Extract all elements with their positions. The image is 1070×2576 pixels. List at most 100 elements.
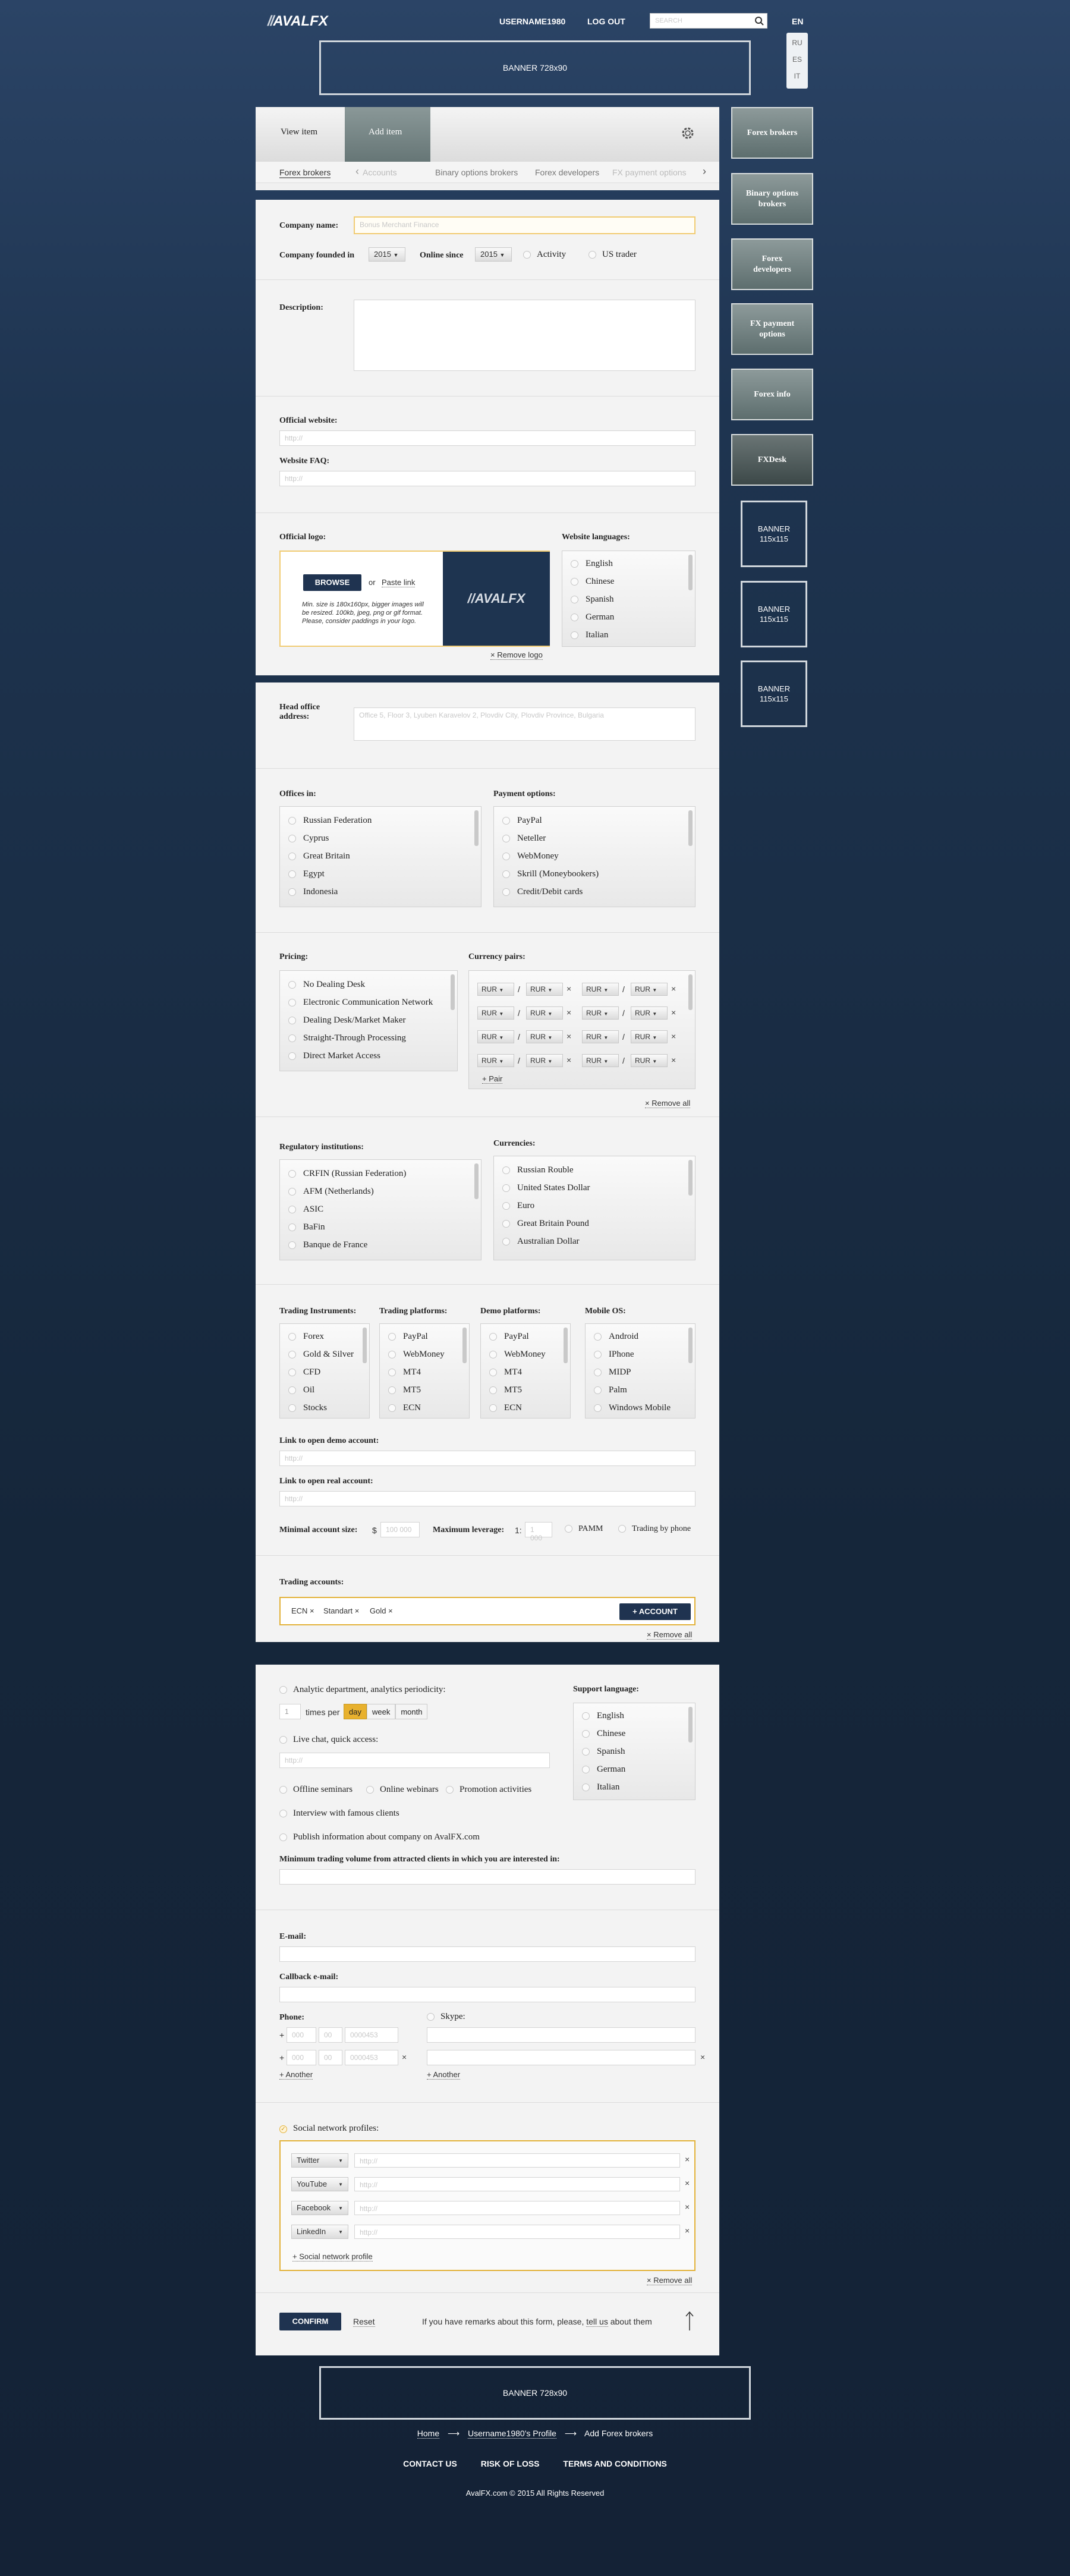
list-item[interactable]: Stocks: [280, 1399, 369, 1417]
list-item[interactable]: WebMoney: [380, 1345, 469, 1363]
list-item[interactable]: ECN: [380, 1399, 469, 1417]
social-url-input[interactable]: http://: [354, 2201, 680, 2215]
scrollbar[interactable]: [688, 1328, 693, 1363]
mobile-os-list[interactable]: Android IPhone MIDP Palm Windows Mobile: [585, 1323, 696, 1418]
chevron-right-icon[interactable]: ›: [703, 165, 706, 178]
phone-country-input[interactable]: 000: [287, 2050, 316, 2065]
pricing-list[interactable]: No Dealing Desk Electronic Communication…: [279, 970, 458, 1071]
period-day[interactable]: day: [344, 1704, 367, 1719]
sidebar-item-fx-payment[interactable]: FX payment options: [731, 303, 813, 355]
list-item[interactable]: MT5: [481, 1381, 570, 1399]
publish-checkbox[interactable]: Publish information about company on Ava…: [279, 1832, 480, 1842]
callback-email-input[interactable]: [279, 1987, 696, 2002]
list-item[interactable]: PayPal: [380, 1328, 469, 1345]
list-item[interactable]: English: [574, 1707, 695, 1725]
lang-option-ru[interactable]: RU: [786, 39, 808, 47]
list-item[interactable]: Spanish: [562, 590, 695, 608]
currency-select[interactable]: RUR ▼: [526, 1054, 563, 1067]
platforms-list[interactable]: PayPal WebMoney MT4 MT5 ECN: [379, 1323, 470, 1418]
remove-pair-icon[interactable]: ×: [567, 1031, 571, 1041]
period-month[interactable]: month: [395, 1704, 428, 1719]
regulatory-list[interactable]: CRFIN (Russian Federation) AFM (Netherla…: [279, 1159, 482, 1260]
lang-option-it[interactable]: IT: [786, 72, 808, 80]
offices-list[interactable]: Russian Federation Cyprus Great Britain …: [279, 806, 482, 907]
breadcrumb-profile[interactable]: Username1980's Profile: [467, 2429, 556, 2439]
sidebar-banner[interactable]: BANNER 115x115: [741, 501, 807, 567]
tell-us-link[interactable]: tell us: [586, 2317, 608, 2327]
analytic-count-input[interactable]: 1: [279, 1704, 301, 1719]
list-item[interactable]: CFD: [280, 1363, 369, 1381]
currency-select[interactable]: RUR ▼: [477, 983, 514, 996]
list-item[interactable]: WebMoney: [494, 847, 695, 865]
list-item[interactable]: Electronic Communication Network: [280, 993, 457, 1011]
scrollbar[interactable]: [451, 974, 455, 1010]
currencies-list[interactable]: Russian Rouble United States Dollar Euro…: [493, 1156, 696, 1260]
remove-social-icon[interactable]: ×: [685, 2226, 690, 2235]
list-item[interactable]: Dealing Desk/Market Maker: [280, 1011, 457, 1029]
social-network-select[interactable]: Facebook ▼: [291, 2201, 348, 2215]
support-language-list[interactable]: English Chinese Spanish German Italian: [573, 1703, 696, 1800]
list-item[interactable]: Forex: [280, 1328, 369, 1345]
list-item[interactable]: Windows Mobile: [586, 1399, 695, 1417]
sidebar-item-forex-info[interactable]: Forex info: [731, 369, 813, 420]
add-skype-link[interactable]: + Another: [427, 2070, 461, 2080]
scrollbar[interactable]: [474, 810, 479, 846]
sidebar-item-forex-developers[interactable]: Forex developers: [731, 238, 813, 290]
currency-select[interactable]: RUR ▼: [631, 1030, 668, 1043]
category-forex-brokers[interactable]: Forex brokers: [279, 168, 331, 178]
list-item[interactable]: Euro: [494, 1197, 695, 1215]
remove-social-icon[interactable]: ×: [685, 2154, 690, 2164]
remove-social-icon[interactable]: ×: [685, 2202, 690, 2212]
tab-add-item[interactable]: Add item: [345, 107, 430, 162]
category-accounts[interactable]: Accounts: [363, 168, 397, 177]
list-item[interactable]: Russian Federation: [280, 812, 481, 829]
currency-select[interactable]: RUR ▼: [526, 983, 563, 996]
analytic-checkbox[interactable]: Analytic department, analytics periodici…: [279, 1685, 446, 1695]
tab-view-item[interactable]: View item: [281, 127, 317, 137]
demo-platforms-list[interactable]: PayPal WebMoney MT4 MT5 ECN: [480, 1323, 571, 1418]
terms-link[interactable]: TERMS AND CONDITIONS: [563, 2459, 666, 2468]
lang-option-es[interactable]: ES: [786, 55, 808, 64]
scrollbar[interactable]: [688, 974, 693, 1010]
contact-us-link[interactable]: CONTACT US: [403, 2459, 457, 2468]
currency-select[interactable]: RUR ▼: [631, 1054, 668, 1067]
account-tag[interactable]: ECN ×: [291, 1606, 314, 1615]
social-network-select[interactable]: YouTube ▼: [291, 2177, 348, 2191]
list-item[interactable]: Egypt: [280, 865, 481, 883]
promotion-checkbox[interactable]: Promotion activities: [446, 1785, 531, 1795]
list-item[interactable]: Spanish: [574, 1743, 695, 1760]
currency-select[interactable]: RUR ▼: [477, 1054, 514, 1067]
description-textarea[interactable]: [354, 300, 696, 371]
sidebar-item-fxdesk[interactable]: FXDesk: [731, 434, 813, 486]
currency-select[interactable]: RUR ▼: [526, 1007, 563, 1020]
scrollbar[interactable]: [688, 555, 693, 590]
list-item[interactable]: Great Britain Pound: [494, 1215, 695, 1232]
social-url-input[interactable]: http://: [354, 2153, 680, 2168]
currency-select[interactable]: RUR ▼: [582, 983, 619, 996]
list-item[interactable]: CRFIN (Russian Federation): [280, 1165, 481, 1182]
list-item[interactable]: Straight-Through Processing: [280, 1029, 457, 1047]
category-forex-developers[interactable]: Forex developers: [535, 168, 599, 177]
scrollbar[interactable]: [688, 1160, 693, 1196]
list-item[interactable]: WebMoney: [481, 1345, 570, 1363]
list-item[interactable]: Gold & Silver: [280, 1345, 369, 1363]
scrollbar[interactable]: [688, 1707, 693, 1743]
list-item[interactable]: Direct Market Access: [280, 1047, 457, 1065]
skype-input[interactable]: [427, 2027, 696, 2043]
list-item[interactable]: ECN: [481, 1399, 570, 1417]
interview-checkbox[interactable]: Interview with famous clients: [279, 1808, 399, 1819]
list-item[interactable]: AFM (Netherlands): [280, 1182, 481, 1200]
logo[interactable]: //AVALFX: [268, 13, 328, 30]
currency-select[interactable]: RUR ▼: [631, 983, 668, 996]
leverage-input[interactable]: 1 000: [525, 1522, 552, 1542]
scrollbar[interactable]: [688, 810, 693, 846]
add-pair-link[interactable]: + Pair: [482, 1074, 503, 1084]
social-network-select[interactable]: LinkedIn ▼: [291, 2225, 348, 2239]
company-name-input[interactable]: Bonus Merchant Finance: [354, 216, 696, 234]
remove-phone-icon[interactable]: ×: [402, 2052, 407, 2062]
list-item[interactable]: MT4: [481, 1363, 570, 1381]
live-chat-input[interactable]: http://: [279, 1753, 550, 1768]
real-link-input[interactable]: http://: [279, 1491, 696, 1506]
breadcrumb-home[interactable]: Home: [417, 2429, 440, 2439]
list-item[interactable]: English: [562, 555, 695, 573]
